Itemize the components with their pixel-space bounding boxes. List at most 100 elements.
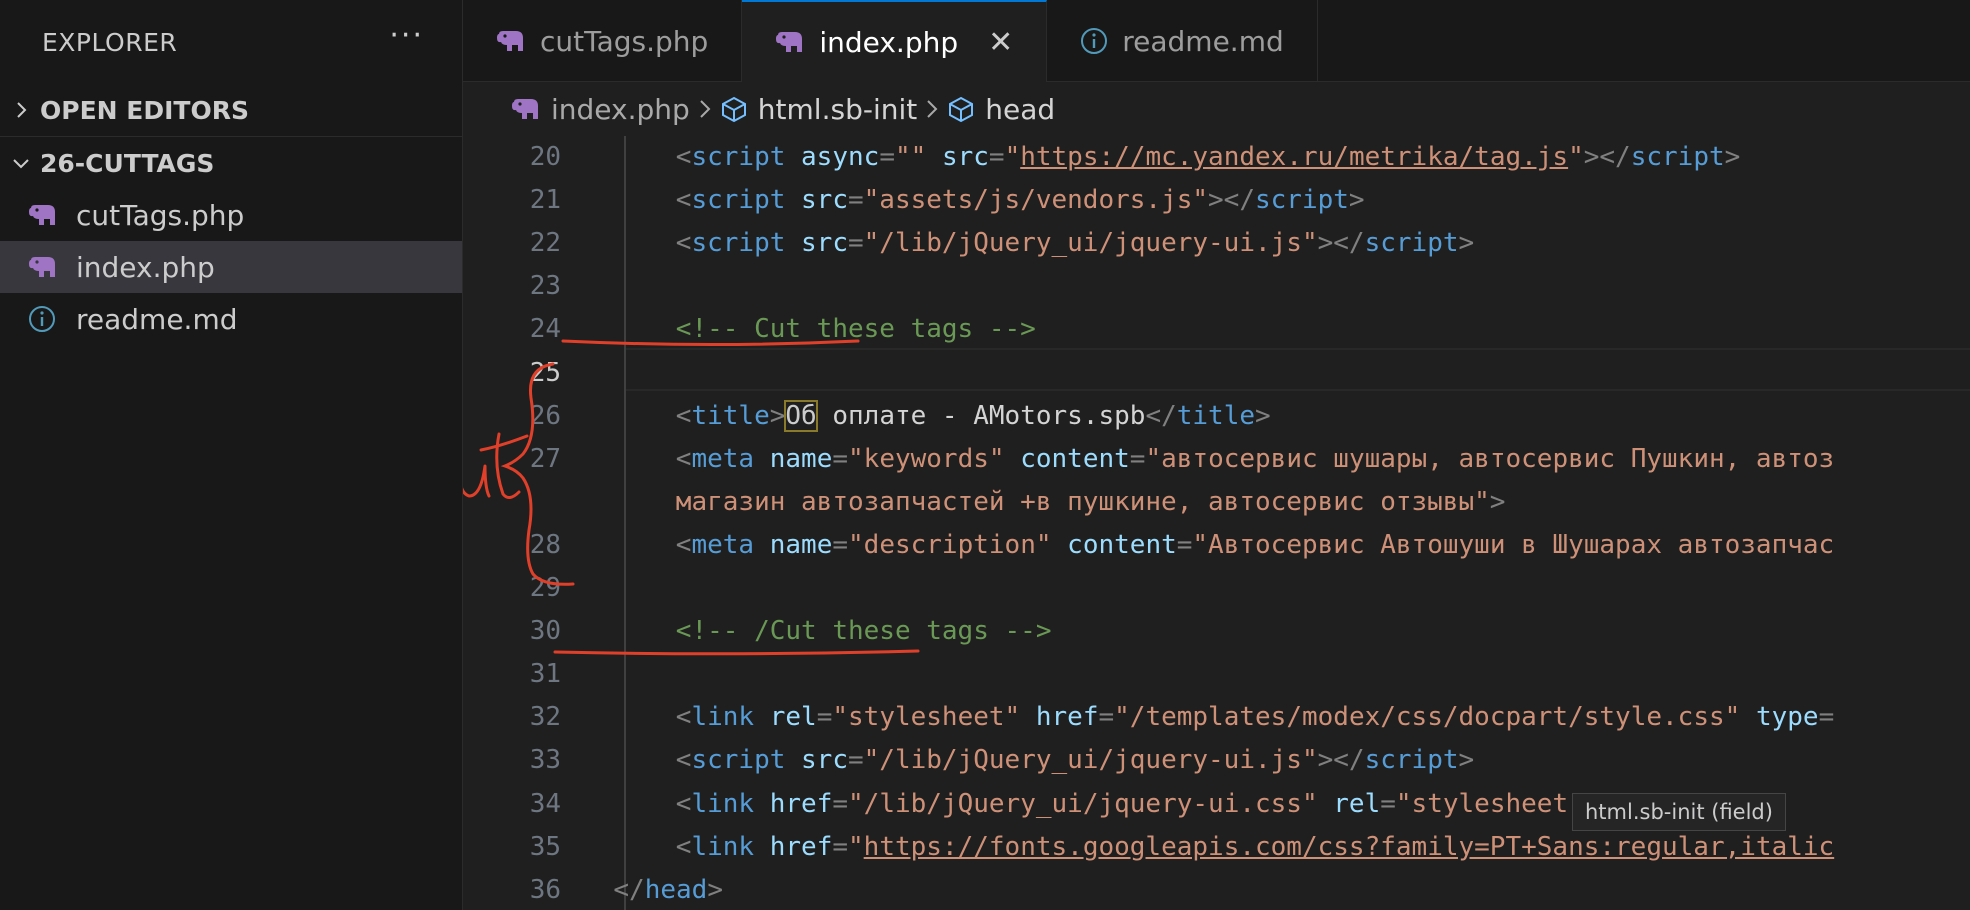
code-token: meta	[691, 443, 755, 474]
code-token: script	[691, 228, 786, 259]
code-token: <!-- Cut these tags -->	[675, 314, 1036, 345]
code-token: =	[988, 142, 1005, 172]
code-line[interactable]: 31	[463, 653, 1970, 696]
code-line[interactable]: 20 <script async="" src="https://mc.yande…	[463, 136, 1970, 179]
code-token: title	[1176, 400, 1256, 431]
code-token: =	[832, 831, 849, 862]
code-token: ""	[894, 142, 927, 172]
code-line[interactable]: 29	[463, 567, 1970, 610]
code-line[interactable]: 35 <link href="https://fonts.googleapis.c…	[463, 826, 1970, 869]
code-token: =	[1129, 443, 1146, 474]
line-number: 31	[529, 659, 561, 690]
code-token: >	[1348, 185, 1365, 216]
section-folder-26-cuttags[interactable]: 26-CUTTAGS	[0, 137, 462, 189]
code-text: <script async="" src="https://mc.yandex.…	[676, 136, 1741, 179]
section-open-editors[interactable]: OPEN EDITORS	[0, 84, 462, 136]
code-token: name	[769, 529, 833, 560]
code-token: <	[675, 443, 692, 474]
file-name: index.php	[76, 250, 215, 284]
tab-label: readme.md	[1122, 24, 1284, 58]
code-token: <	[675, 400, 692, 431]
tab-cuttags-php[interactable]: cutTags.php	[463, 0, 743, 82]
code-line[interactable]: 30 <!-- /Cut these tags -->	[463, 610, 1970, 653]
code-line[interactable]: 28 <meta name="description" content="Авто…	[463, 524, 1970, 567]
code-token: <	[675, 788, 692, 819]
chevron-right-icon	[2, 101, 40, 119]
line-number: 29	[529, 573, 561, 603]
breadcrumb-child[interactable]: head	[947, 93, 1055, 126]
code-token: "description"	[848, 529, 1052, 560]
file-cuttags-php[interactable]: cutTags.php	[0, 189, 462, 241]
tab-label: index.php	[819, 25, 959, 59]
code-token: =	[1818, 702, 1835, 733]
section-label: OPEN EDITORS	[40, 95, 249, 125]
code-line[interactable]: 24 <!-- Cut these tags -->	[463, 308, 1970, 351]
line-number: 22	[529, 228, 561, 259]
code-line[interactable]: 36 </head>	[463, 869, 1970, 910]
code-token: link	[691, 788, 755, 819]
code-token: content	[1020, 443, 1130, 474]
hover-tooltip: html.sb-init (field)	[1572, 793, 1786, 831]
file-index-php[interactable]: index.php	[0, 241, 462, 293]
code-text: <link href="https://fonts.googleapis.com…	[676, 826, 1834, 869]
editor-tabs: cutTags.php index.php ✕ readme.md	[463, 0, 1970, 82]
code-token: "/lib/jQuery_ui/jquery-ui.js"	[863, 745, 1318, 776]
code-token: href	[1035, 702, 1099, 733]
code-token: <	[675, 702, 692, 733]
breadcrumb: index.php html.sb-init head	[463, 82, 1970, 136]
code-text: <!-- Cut these tags -->	[676, 308, 1036, 351]
code-token: src	[941, 142, 989, 172]
code-token: >	[1458, 228, 1475, 259]
code-token: link	[691, 831, 755, 862]
code-line[interactable]: 27 <meta name="keywords" content="автосер…	[463, 438, 1970, 481]
file-name: cutTags.php	[76, 198, 245, 232]
line-number: 33	[529, 745, 561, 776]
code-token: name	[769, 443, 833, 474]
tab-index-php[interactable]: index.php ✕	[742, 0, 1048, 82]
code-token: <	[675, 529, 692, 560]
code-token: >	[707, 874, 723, 905]
file-readme-md[interactable]: readme.md	[0, 293, 462, 345]
breadcrumb-element[interactable]: html.sb-init	[720, 93, 917, 126]
breadcrumb-file[interactable]: index.php	[511, 93, 690, 126]
code-text: <meta name="description" content="Автосе…	[676, 524, 1834, 567]
tab-readme-md[interactable]: readme.md	[1047, 0, 1318, 82]
code-token: script	[1364, 228, 1459, 259]
code-token: </	[1145, 400, 1177, 431]
code-text: магазин автозапчастей +в пушкине, автосе…	[676, 481, 1506, 524]
code-line[interactable]: 22 <script src="/lib/jQuery_ui/jquery-ui.…	[463, 222, 1970, 265]
code-token: https://fonts.googleapis.com/css?family=…	[863, 831, 1835, 862]
code-line[interactable]: 33 <script src="/lib/jQuery_ui/jquery-ui.…	[463, 739, 1970, 782]
breadcrumb-element-label: html.sb-init	[757, 92, 918, 126]
code-token: "	[1004, 142, 1021, 172]
line-number: 24	[529, 314, 561, 345]
line-number: 21	[529, 185, 561, 216]
code-line[interactable]: 26 <title>Об оплате - AMotors.spb</title>	[463, 395, 1970, 438]
code-token: =	[879, 142, 895, 172]
code-token: =	[816, 702, 833, 733]
line-number: 30	[529, 616, 561, 647]
code-line[interactable]: 23	[463, 265, 1970, 308]
more-actions-icon[interactable]: ···	[389, 21, 424, 51]
breadcrumb-child-label: head	[985, 92, 1056, 126]
code-token: >	[769, 400, 786, 431]
chevron-right-icon	[925, 99, 939, 119]
code-token: >	[1724, 142, 1741, 172]
code-token: script	[1255, 185, 1349, 216]
line-number: 32	[529, 702, 561, 733]
code-token: src	[801, 745, 848, 776]
code-token: https://mc.yandex.ru/metrika/tag.js	[1020, 142, 1569, 172]
code-line[interactable]: магазин автозапчастей +в пушкине, автосе…	[463, 481, 1970, 524]
explorer-sidebar: EXPLORER ··· OPEN EDITORS 26-CUTTAGS cut…	[0, 0, 463, 910]
close-icon[interactable]: ✕	[988, 25, 1013, 60]
code-line[interactable]: 21 <script src="assets/js/vendors.js"></s…	[463, 179, 1970, 222]
code-line[interactable]: 32 <link rel="stylesheet" href="/template…	[463, 696, 1970, 739]
code-line[interactable]: 25	[463, 352, 1970, 395]
